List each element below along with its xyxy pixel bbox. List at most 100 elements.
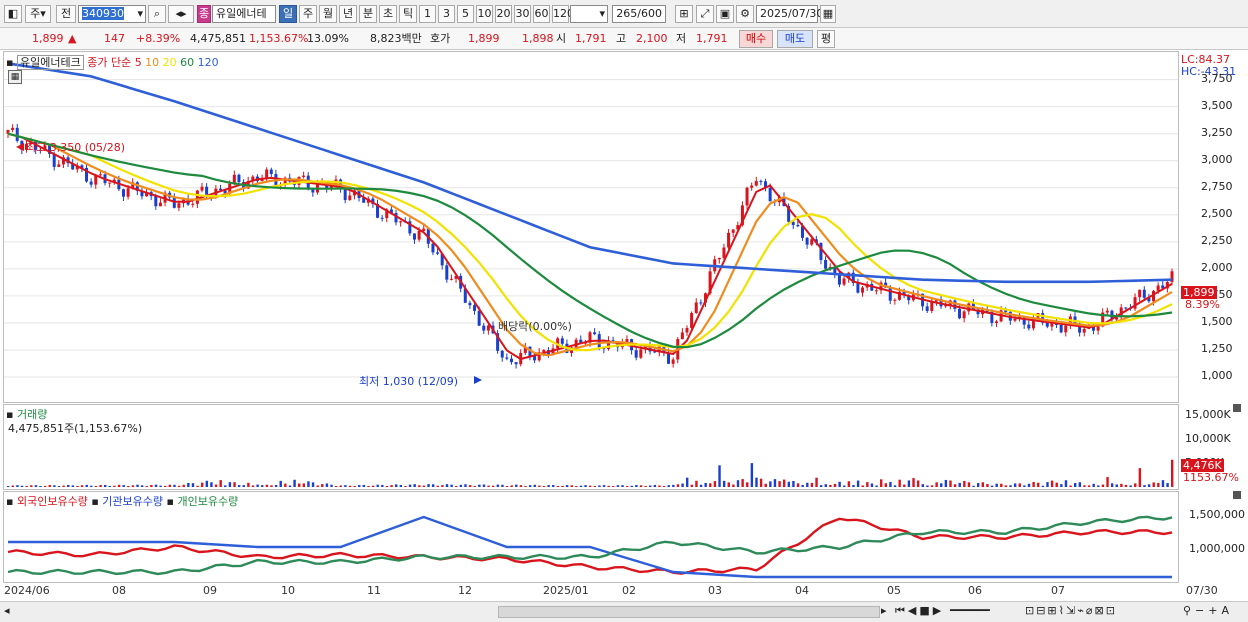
interval-button-1[interactable]: 1 <box>419 5 436 23</box>
volume-bar <box>376 484 379 487</box>
period-tab-4[interactable]: 분 <box>359 5 377 23</box>
avg-button[interactable]: 평 <box>817 30 835 48</box>
volume-bar <box>34 485 38 487</box>
volume-bar <box>1161 480 1165 487</box>
candle-body <box>1142 289 1146 298</box>
volume-bar <box>164 485 167 487</box>
volume-bar <box>492 485 495 487</box>
interval-button-3[interactable]: 3 <box>438 5 455 23</box>
volume-readout: 4,475,851주(1,153.67%) <box>8 422 143 435</box>
price-tick-2: 3,250 <box>1201 125 1233 139</box>
period-tab-5[interactable]: 초 <box>379 5 397 23</box>
scope-button[interactable]: 전 <box>56 5 76 23</box>
scroll-right-icon[interactable]: ▸ <box>881 604 887 617</box>
volume-bar <box>958 482 961 487</box>
candle-body <box>108 182 112 184</box>
interval-button-60[interactable]: 60 <box>533 5 550 23</box>
volume-bar <box>995 483 998 487</box>
volume-bar <box>833 483 837 487</box>
candle-body <box>888 287 892 301</box>
interval-button-30[interactable]: 30 <box>514 5 531 23</box>
volume-bar <box>1115 484 1118 487</box>
candle-body <box>810 239 814 245</box>
close-icon[interactable] <box>1233 491 1241 499</box>
candle-body <box>1156 285 1160 291</box>
volume-bar <box>699 484 703 487</box>
hoga-label: 호가 <box>430 32 451 45</box>
candle-body <box>842 278 846 285</box>
interval-button-10[interactable]: 10 <box>476 5 493 23</box>
volume-bar <box>496 484 500 487</box>
candle-body <box>754 181 758 186</box>
tool-icons[interactable]: ⊡⊟⊞⌇⇲⌁⌀⊠⊡ <box>1025 604 1117 617</box>
zoom-icons[interactable]: ⚲−+A <box>1183 604 1233 617</box>
stock-code-input[interactable]: 340930 ▾ <box>78 5 146 23</box>
candle-body <box>690 312 694 328</box>
playback-icons[interactable]: ⏮◀■▶ <box>895 604 944 618</box>
volume-bar <box>681 483 684 487</box>
search-icon[interactable]: ⌕ <box>148 5 166 23</box>
volume-bar <box>367 485 370 487</box>
volume-bar <box>806 482 809 487</box>
trade-amount: 8,823백만 <box>370 32 422 45</box>
volume-bar <box>450 484 453 487</box>
volume-bar <box>298 483 301 487</box>
volume-bar <box>709 483 712 487</box>
volume-bar <box>579 485 583 487</box>
interval-button-20[interactable]: 20 <box>495 5 512 23</box>
volume-bar <box>16 485 19 487</box>
volume-bar <box>334 486 338 487</box>
price-chart-panel[interactable]: ▪ 유일에너테크 종가 단순 5 10 20 60 120 ▦ 최고 3,350… <box>3 51 1179 403</box>
scroll-left-icon[interactable]: ◂ <box>4 604 10 617</box>
stock-name-field[interactable]: 유일에너테 <box>212 5 276 23</box>
period-tab-0[interactable]: 일 <box>279 5 297 23</box>
date-input[interactable]: 2025/07/30 <box>756 5 823 23</box>
period-tab-1[interactable]: 주 <box>299 5 317 23</box>
candle-body <box>486 325 490 331</box>
market-select[interactable]: 주▾ <box>25 5 51 23</box>
volume-bar <box>501 484 504 487</box>
buy-button[interactable]: 매수 <box>739 30 773 48</box>
sell-button[interactable]: 매도 <box>777 30 813 48</box>
volume-panel[interactable]: ▪ 거래량 4,475,851주(1,153.67%) <box>3 404 1179 490</box>
dividend-annotation: 배당락(0.00%) <box>498 320 572 333</box>
period-tab-6[interactable]: 틱 <box>399 5 417 23</box>
interval-input[interactable]: ▾ <box>570 5 608 23</box>
volume-bar <box>159 485 162 487</box>
chart-scrollbar[interactable]: ◂ ▸ ⏮◀■▶ ━━━━━━ ⊡⊟⊞⌇⇲⌁⌀⊠⊡ ⚲−+A <box>0 601 1248 622</box>
draw-tool-icon[interactable]: ⤢ <box>696 5 714 23</box>
close-icon[interactable] <box>1233 404 1241 412</box>
scroll-thumb[interactable] <box>498 606 880 618</box>
price-tick-6: 2,250 <box>1201 233 1233 247</box>
candle-body <box>343 188 347 201</box>
candle-body <box>11 127 15 130</box>
volume-bar <box>353 486 356 487</box>
indicator-icon[interactable]: ⊞ <box>675 5 693 23</box>
volume-bar <box>344 485 347 487</box>
interval-button-120[interactable]: 120 <box>552 5 574 23</box>
volume-bar <box>815 477 818 487</box>
holding-panel[interactable]: ▪ 외국인보유수량 ▪ 기관보유수량 ▪ 개인보유수량 <box>3 491 1179 583</box>
candle-body <box>694 302 698 313</box>
zoom-slider-icon[interactable]: ━━━━━━ <box>950 604 990 617</box>
interval-button-5[interactable]: 5 <box>457 5 474 23</box>
layout-icon[interactable]: ◧ <box>4 5 22 23</box>
price-chart <box>4 62 1178 384</box>
period-tab-3[interactable]: 년 <box>339 5 357 23</box>
volume-bar <box>630 485 633 487</box>
gear-icon[interactable]: ⚙ <box>736 5 754 23</box>
prev-next-icon[interactable]: ◂▸ <box>168 5 194 23</box>
volume-bar <box>940 483 943 487</box>
volume-bar <box>593 486 597 487</box>
volume-bar <box>510 485 513 487</box>
volume-bar <box>575 486 578 487</box>
save-icon[interactable]: ▣ <box>716 5 734 23</box>
grid-toggle-icon[interactable]: ▦ <box>8 70 22 84</box>
period-tab-2[interactable]: 월 <box>319 5 337 23</box>
price-tick-4: 2,750 <box>1201 179 1233 193</box>
volume-bar <box>1037 482 1040 487</box>
holding-tick-2: 1,000,000 <box>1189 542 1245 555</box>
candle-body <box>962 311 966 319</box>
calendar-icon[interactable]: ▦ <box>820 5 836 23</box>
count-input[interactable]: 265/600 <box>612 5 666 23</box>
